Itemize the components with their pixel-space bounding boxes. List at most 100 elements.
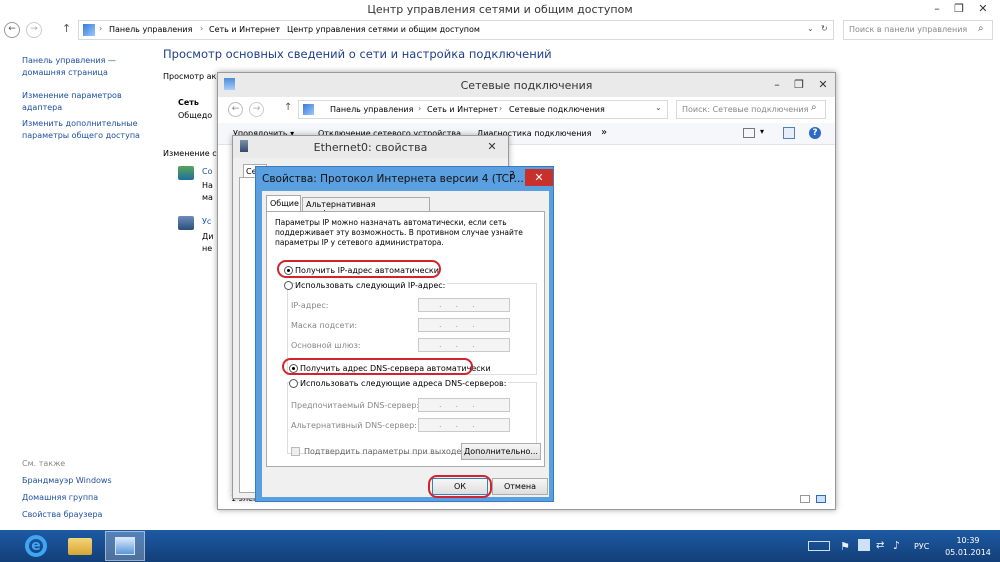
tiles-view-icon[interactable] (816, 495, 826, 503)
search-icon[interactable]: ⌕ (978, 23, 984, 34)
explorer-taskbar-button[interactable] (63, 533, 97, 559)
net-conn-search-input[interactable]: Поиск: Сетевые подключения ⌕ (676, 100, 826, 119)
ie-taskbar-button[interactable]: e (18, 533, 52, 559)
preferred-dns-label: Предпочитаемый DNS-сервер: (291, 401, 420, 410)
auto-ip-highlight (277, 260, 441, 278)
language-indicator[interactable]: РУС (914, 542, 929, 551)
chevron-down-icon[interactable]: ⌄ (655, 103, 662, 112)
troubleshoot-link[interactable]: Ус (202, 217, 211, 226)
main-window-title: Центр управления сетями и общим доступом (367, 3, 633, 16)
see-also-heading: См. также (22, 459, 66, 468)
cancel-button[interactable]: Отмена (492, 478, 548, 495)
troubleshoot-desc-a: Ди (202, 232, 214, 241)
see-also-browser-link[interactable]: Свойства браузера (22, 510, 102, 519)
subnet-mask-field[interactable]: ... (418, 318, 510, 332)
clock-time[interactable]: 10:39 (948, 536, 988, 545)
internet-explorer-icon: e (25, 535, 47, 557)
breadcrumb-item-net-conn[interactable]: Сетевые подключения (509, 105, 605, 114)
close-button[interactable]: ✕ (970, 0, 996, 18)
sidebar-home-link[interactable]: Панель управления — домашняя страница (22, 55, 116, 79)
tcpip-description: Параметры IP можно назначать автоматичес… (275, 218, 523, 247)
alternate-dns-label: Альтернативный DNS-сервер: (291, 421, 417, 430)
help-icon[interactable]: ? (809, 127, 821, 139)
tab-alternate-config[interactable]: Альтернативная конфигурация (302, 197, 430, 218)
view-options-icon[interactable] (743, 128, 755, 138)
advanced-button[interactable]: Дополнительно... (461, 443, 541, 460)
breadcrumb-item-network-center[interactable]: Центр управления сетями и общим доступом (287, 25, 480, 34)
sidebar-adapter-link[interactable]: Изменение параметров адаптера (22, 90, 122, 114)
net-conn-title: Сетевые подключения (460, 79, 593, 92)
alternate-dns-field[interactable]: ... (418, 418, 510, 432)
network-center-icon (115, 537, 135, 555)
tcpip-properties-dialog: Свойства: Протокол Интернета версии 4 (T… (255, 166, 554, 502)
net-conn-back-button[interactable]: ← (228, 102, 243, 117)
see-also-homegroup-link[interactable]: Домашняя группа (22, 493, 98, 502)
breadcrumb-sep-icon: › (418, 104, 422, 113)
manual-dns-radio[interactable] (289, 379, 298, 388)
search-placeholder: Поиск: Сетевые подключения (682, 105, 809, 114)
volume-icon[interactable]: ♪ (893, 539, 900, 552)
net-conn-forward-button[interactable]: → (249, 102, 264, 117)
breadcrumb-sep-icon: › (499, 104, 503, 113)
preferred-dns-field[interactable]: ... (418, 398, 510, 412)
troubleshoot-icon (178, 216, 194, 230)
tab-general[interactable]: Общие (266, 195, 301, 211)
breadcrumb-sep-icon: › (200, 24, 204, 33)
language-tray-icon[interactable]: ⇄ (876, 540, 884, 551)
ok-button-highlight (428, 475, 492, 498)
toolbar-more-button[interactable]: » (601, 127, 607, 138)
manual-ip-label[interactable]: Использовать следующий IP-адрес: (295, 281, 448, 290)
preview-pane-icon[interactable] (783, 127, 795, 139)
sidebar-sharing-link[interactable]: Изменить дополнительные параметры общего… (22, 118, 140, 142)
manual-dns-label[interactable]: Использовать следующие адреса DNS-сервер… (300, 379, 509, 388)
up-button[interactable]: ↑ (62, 22, 71, 35)
chevron-down-icon[interactable]: ▾ (760, 127, 764, 136)
manual-ip-radio[interactable] (284, 281, 293, 290)
breadcrumb-item-network[interactable]: Сеть и Интернет (427, 105, 498, 114)
net-conn-up-button[interactable]: ↑ (284, 102, 292, 113)
ethernet-title-bar: Ethernet0: свойства ✕ (233, 136, 508, 158)
taskbar: e ⚑ ⇄ ♪ РУС 10:39 05.01.2014 (0, 530, 1000, 562)
ethernet-close-button[interactable]: ✕ (479, 138, 505, 156)
validate-label[interactable]: Подтвердить параметры при выходе (304, 447, 461, 456)
back-button[interactable]: ← (4, 22, 20, 38)
net-conn-address-bar[interactable]: Панель управления › Сеть и Интернет › Се… (298, 100, 668, 119)
page-heading: Просмотр основных сведений о сети и наст… (163, 47, 552, 61)
forward-button[interactable]: → (26, 22, 42, 38)
tcpip-close-button[interactable]: ✕ (525, 169, 553, 186)
ip-address-field[interactable]: ... (418, 298, 510, 312)
net-conn-title-bar: Сетевые подключения – ❐ ✕ (218, 73, 835, 97)
breadcrumb-item-control-panel[interactable]: Панель управления (109, 25, 192, 34)
clock-date[interactable]: 05.01.2014 (944, 548, 992, 557)
setup-connection-link[interactable]: Со (202, 167, 212, 176)
breadcrumb-item-control-panel[interactable]: Панель управления (330, 105, 413, 114)
refresh-icon[interactable]: ↻ (821, 24, 828, 33)
tcpip-title: Свойства: Протокол Интернета версии 4 (T… (262, 173, 524, 185)
validate-checkbox[interactable] (291, 447, 300, 456)
net-conn-close-button[interactable]: ✕ (810, 76, 836, 94)
view-active-label: Просмотр ак (163, 72, 217, 81)
maximize-button[interactable]: ❐ (946, 0, 972, 18)
network-name: Сеть (178, 98, 199, 107)
main-address-bar[interactable]: › Панель управления › Сеть и Интернет › … (78, 20, 834, 40)
control-panel-icon (83, 24, 95, 36)
chevron-down-icon[interactable]: ⌄ (807, 24, 814, 33)
change-settings-label: Изменение с (163, 149, 217, 158)
search-icon[interactable]: ⌕ (811, 102, 817, 113)
subnet-mask-label: Маска подсети: (291, 321, 358, 330)
keyboard-icon[interactable] (808, 541, 830, 551)
control-panel-taskbar-button[interactable] (105, 531, 145, 561)
tcpip-help-button[interactable]: ? (503, 170, 521, 184)
see-also-firewall-link[interactable]: Брандмауэр Windows (22, 476, 112, 485)
details-view-icon[interactable] (800, 495, 810, 503)
setup-connection-desc-a: На (202, 181, 213, 190)
main-title-bar: Центр управления сетями и общим доступом… (0, 0, 1000, 19)
auto-dns-highlight (282, 358, 473, 375)
main-search-input[interactable]: Поиск в панели управления ⌕ (843, 20, 993, 40)
net-conn-maximize-button[interactable]: ❐ (786, 76, 812, 94)
gateway-field[interactable]: ... (418, 338, 510, 352)
breadcrumb-item-network[interactable]: Сеть и Интернет (209, 25, 280, 34)
network-tray-icon[interactable] (858, 539, 870, 551)
breadcrumb-sep-icon: › (99, 24, 103, 33)
notification-flag-icon[interactable]: ⚑ (840, 540, 850, 553)
